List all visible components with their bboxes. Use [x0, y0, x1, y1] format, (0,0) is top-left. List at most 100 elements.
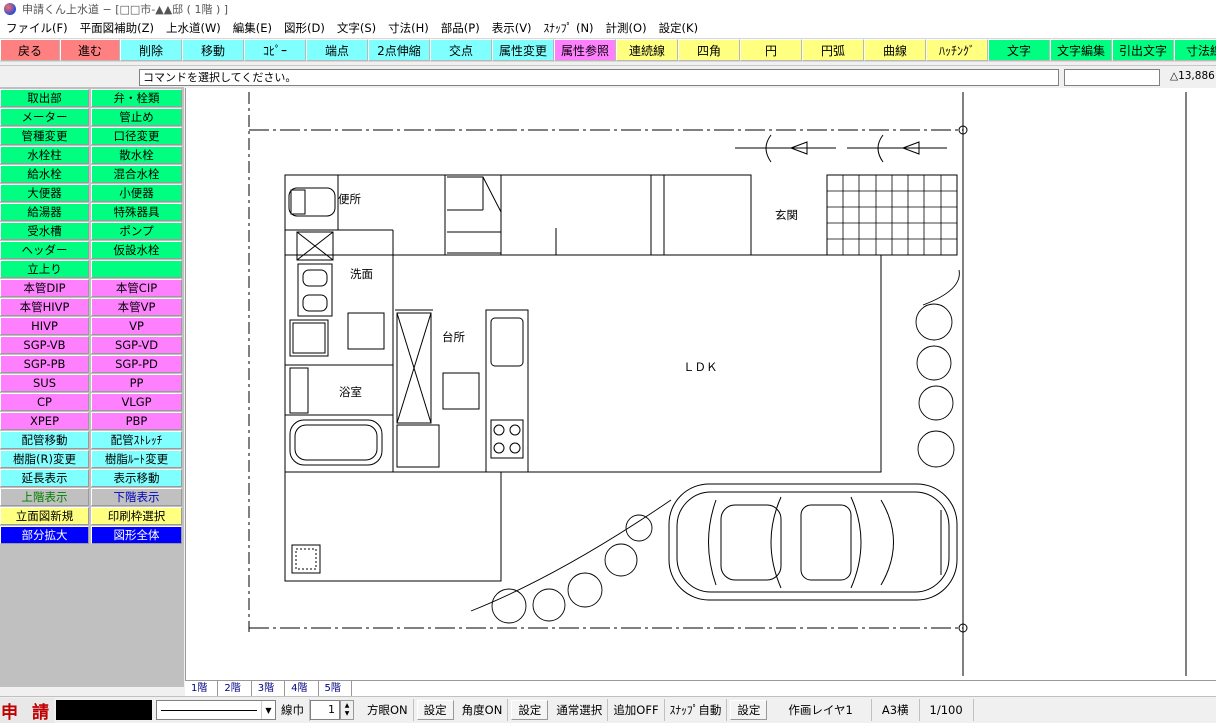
toolbar-button[interactable]: 交点 — [430, 39, 492, 61]
menu-item[interactable]: 寸法(H) — [382, 20, 435, 36]
toolbar-button[interactable]: ｺﾋﾟｰ — [244, 39, 306, 61]
sidebar-button[interactable]: 散水栓 — [91, 146, 182, 164]
sidebar-button[interactable]: 本管DIP — [0, 279, 89, 297]
toolbar-button[interactable]: 曲線 — [864, 39, 926, 61]
menu-item[interactable]: 編集(E) — [227, 20, 278, 36]
sidebar-button[interactable]: 本管HIVP — [0, 298, 89, 316]
sidebar-button[interactable]: 管種変更 — [0, 127, 89, 145]
sidebar-button[interactable]: 表示移動 — [91, 469, 182, 487]
drawing-scale[interactable]: 1/100 — [920, 699, 974, 721]
sidebar-button[interactable]: VLGP — [91, 393, 182, 411]
sidebar-button[interactable]: 配管ｽﾄﾚｯﾁ — [91, 431, 182, 449]
sidebar-button[interactable]: 給湯器 — [0, 203, 89, 221]
toolbar-button[interactable]: 端点 — [306, 39, 368, 61]
toolbar-button[interactable]: 属性参照 — [554, 39, 616, 61]
sidebar-button[interactable]: 混合水栓 — [91, 165, 182, 183]
sidebar-button[interactable]: SGP-VD — [91, 336, 182, 354]
line-width-input[interactable]: 1 — [310, 700, 340, 720]
menu-item[interactable]: 表示(V) — [486, 20, 538, 36]
sidebar-button[interactable]: 管止め — [91, 108, 182, 126]
angle-settings-button[interactable]: 設定 — [511, 700, 549, 720]
toolbar-button[interactable]: 文字 — [988, 39, 1050, 61]
sidebar-button[interactable]: 特殊器具 — [91, 203, 182, 221]
floor-tab[interactable]: 5階 — [319, 681, 352, 696]
grid-settings-button[interactable]: 設定 — [416, 700, 454, 720]
sidebar-button[interactable]: SGP-PB — [0, 355, 89, 373]
sidebar-button[interactable]: 樹脂ﾙｰﾄ変更 — [91, 450, 182, 468]
line-type-dropdown[interactable]: ▼ — [156, 700, 276, 720]
value-input[interactable] — [1064, 69, 1160, 86]
sidebar-button[interactable]: 本管VP — [91, 298, 182, 316]
toolbar-button[interactable]: 属性変更 — [492, 39, 554, 61]
sidebar-button[interactable]: CP — [0, 393, 89, 411]
sidebar-button[interactable]: SUS — [0, 374, 89, 392]
layer-indicator[interactable]: 作画レイヤ1 — [770, 699, 872, 721]
sidebar-button[interactable]: メーター — [0, 108, 89, 126]
sidebar-button[interactable]: SGP-VB — [0, 336, 89, 354]
color-indicator[interactable] — [56, 700, 152, 720]
sidebar-button[interactable]: 取出部 — [0, 89, 89, 107]
toolbar-button[interactable]: ﾊｯﾁﾝｸﾞ — [926, 39, 988, 61]
sidebar-button[interactable]: 上階表示 — [0, 488, 89, 506]
toolbar-button[interactable]: 円 — [740, 39, 802, 61]
floor-tab[interactable]: 3階 — [252, 681, 286, 696]
menu-item[interactable]: ｽﾅｯﾌﾟ (N) — [538, 20, 600, 36]
menu-item[interactable]: 計測(O) — [600, 20, 653, 36]
toolbar-button[interactable]: 連続線 — [616, 39, 678, 61]
menu-item[interactable]: 平面図補助(Z) — [74, 20, 160, 36]
shinsei-button[interactable]: 申 請 — [0, 697, 54, 723]
floor-tab[interactable]: 1階 — [185, 681, 219, 696]
toolbar-button[interactable]: 円弧 — [802, 39, 864, 61]
floor-tab[interactable]: 4階 — [285, 681, 319, 696]
drawing-canvas[interactable]: 便所 洗面 台所 浴室 ＬＤＫ 玄関 — [185, 88, 1216, 680]
sidebar-button[interactable]: 仮設水栓 — [91, 241, 182, 259]
sidebar-button[interactable]: 受水槽 — [0, 222, 89, 240]
sidebar-button[interactable]: 弁・栓類 — [91, 89, 182, 107]
toolbar-button[interactable]: 文字編集 — [1050, 39, 1112, 61]
sidebar-button[interactable]: 図形全体 — [91, 526, 182, 544]
menu-item[interactable]: 図形(D) — [278, 20, 331, 36]
sidebar-button[interactable] — [91, 260, 182, 278]
chevron-down-icon[interactable]: ▼ — [261, 701, 275, 719]
sidebar-button[interactable]: HIVP — [0, 317, 89, 335]
sidebar-button[interactable]: ポンプ — [91, 222, 182, 240]
floor-tab[interactable]: 2階 — [218, 681, 252, 696]
sidebar-button[interactable]: 小便器 — [91, 184, 182, 202]
sidebar-button[interactable]: PBP — [91, 412, 182, 430]
sidebar-button[interactable]: 樹脂(R)変更 — [0, 450, 89, 468]
sidebar-button[interactable]: SGP-PD — [91, 355, 182, 373]
toolbar-button[interactable]: 四角 — [678, 39, 740, 61]
sidebar-button[interactable]: 印刷枠選択 — [91, 507, 182, 525]
sidebar-button[interactable]: 口径変更 — [91, 127, 182, 145]
sidebar-button[interactable]: 延長表示 — [0, 469, 89, 487]
sidebar-button[interactable]: PP — [91, 374, 182, 392]
toolbar-button[interactable]: 戻る — [0, 39, 60, 61]
toolbar-button[interactable]: 2点伸縮 — [368, 39, 430, 61]
toolbar-button[interactable]: 寸法線 — [1174, 39, 1216, 61]
menu-item[interactable]: ファイル(F) — [0, 20, 74, 36]
menu-item[interactable]: 文字(S) — [331, 20, 382, 36]
toolbar-button[interactable]: 移動 — [182, 39, 244, 61]
toolbar-button[interactable]: 引出文字 — [1112, 39, 1174, 61]
sidebar-button[interactable]: 大便器 — [0, 184, 89, 202]
select-mode[interactable]: 通常選択 — [551, 699, 609, 721]
sidebar-button[interactable]: 立上り — [0, 260, 89, 278]
sidebar-button[interactable]: 給水栓 — [0, 165, 89, 183]
sidebar-button[interactable]: VP — [91, 317, 182, 335]
sidebar-button[interactable]: 水栓柱 — [0, 146, 89, 164]
paper-size[interactable]: A3横 — [872, 699, 920, 721]
toolbar-button[interactable]: 削除 — [120, 39, 182, 61]
line-width-spinner[interactable]: ▲ ▼ — [340, 700, 354, 720]
menu-item[interactable]: 上水道(W) — [160, 20, 227, 36]
sidebar-button[interactable]: XPEP — [0, 412, 89, 430]
sidebar-button[interactable]: 下階表示 — [91, 488, 182, 506]
toolbar-button[interactable]: 進む — [60, 39, 120, 61]
sidebar-button[interactable]: 本管CIP — [91, 279, 182, 297]
menu-item[interactable]: 部品(P) — [435, 20, 486, 36]
snap-mode[interactable]: ｽﾅｯﾌﾟ自動 — [665, 699, 728, 721]
add-mode[interactable]: 追加OFF — [608, 699, 665, 721]
grid-status[interactable]: 方眼ON — [362, 699, 414, 721]
sidebar-button[interactable]: 配管移動 — [0, 431, 89, 449]
angle-status[interactable]: 角度ON — [457, 699, 509, 721]
snap-settings-button[interactable]: 設定 — [730, 700, 768, 720]
